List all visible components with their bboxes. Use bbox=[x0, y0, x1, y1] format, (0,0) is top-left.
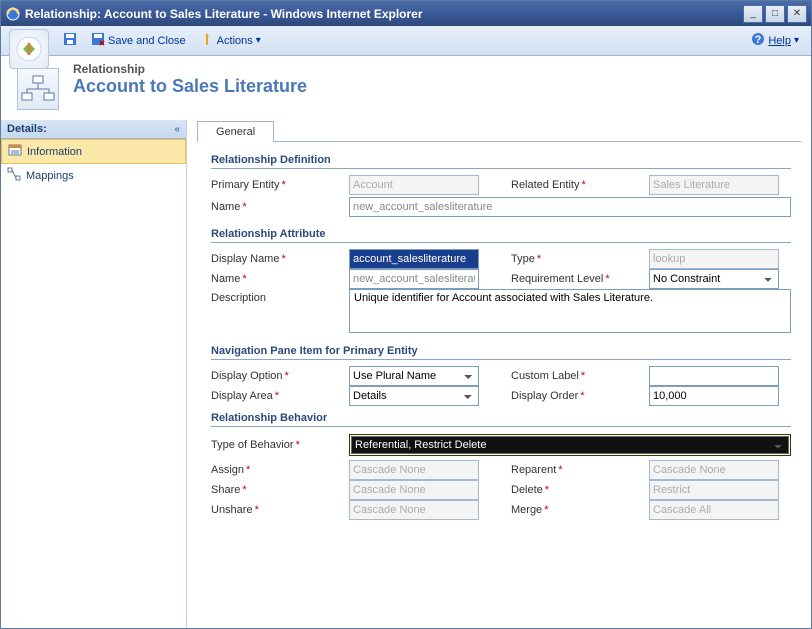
save-close-label: Save and Close bbox=[108, 35, 186, 47]
label-display-option: Display Option* bbox=[211, 370, 349, 382]
label-display-order: Display Order* bbox=[511, 390, 649, 402]
help-link[interactable]: ? Help ▾ bbox=[747, 30, 803, 51]
chevron-down-icon: ▾ bbox=[256, 35, 261, 46]
label-assign: Assign* bbox=[211, 464, 349, 476]
type-of-behavior-select[interactable]: Referential, Restrict Delete bbox=[351, 436, 789, 454]
window-title: Relationship: Account to Sales Literatur… bbox=[25, 7, 743, 21]
mappings-icon bbox=[7, 167, 21, 184]
actions-label: Actions bbox=[217, 35, 253, 47]
assign-select: Cascade None bbox=[349, 460, 479, 480]
sidebar-item-mappings[interactable]: Mappings bbox=[1, 164, 186, 187]
share-select: Cascade None bbox=[349, 480, 479, 500]
information-icon bbox=[8, 143, 22, 160]
app-logo bbox=[9, 29, 49, 69]
type-select: lookup bbox=[649, 249, 779, 269]
page-title: Account to Sales Literature bbox=[73, 76, 307, 97]
sidebar-item-information[interactable]: Information bbox=[1, 139, 186, 164]
label-description: Description bbox=[211, 289, 349, 304]
delete-select: Restrict bbox=[649, 480, 779, 500]
section-relationship-definition: Relationship Definition bbox=[211, 148, 791, 169]
label-name: Name* bbox=[211, 201, 349, 213]
sidebar: Details: « Information Mappings bbox=[1, 120, 187, 628]
section-relationship-attribute: Relationship Attribute bbox=[211, 222, 791, 243]
close-button[interactable]: ✕ bbox=[787, 5, 807, 23]
attr-name-input bbox=[349, 269, 479, 289]
actions-icon bbox=[200, 32, 214, 49]
content-area: General Relationship Definition Primary … bbox=[187, 120, 811, 628]
ie-icon bbox=[5, 6, 21, 22]
toolbar: Save and Close Actions ▾ ? Help ▾ bbox=[1, 26, 811, 56]
label-share: Share* bbox=[211, 484, 349, 496]
label-display-area: Display Area* bbox=[211, 390, 349, 402]
related-entity-select: Sales Literature bbox=[649, 175, 779, 195]
relationship-name-input bbox=[349, 197, 791, 217]
display-order-input[interactable] bbox=[649, 386, 779, 406]
sidebar-header[interactable]: Details: « bbox=[1, 120, 186, 139]
window-titlebar: Relationship: Account to Sales Literatur… bbox=[1, 1, 811, 26]
section-relationship-behavior: Relationship Behavior bbox=[211, 406, 791, 427]
merge-select: Cascade All bbox=[649, 500, 779, 520]
label-merge: Merge* bbox=[511, 504, 649, 516]
maximize-button[interactable]: □ bbox=[765, 5, 785, 23]
label-attr-name: Name* bbox=[211, 273, 349, 285]
actions-menu[interactable]: Actions ▾ bbox=[196, 30, 265, 51]
help-icon: ? bbox=[751, 32, 765, 49]
page-kind: Relationship bbox=[73, 62, 307, 76]
help-label: Help bbox=[768, 35, 791, 47]
label-delete: Delete* bbox=[511, 484, 649, 496]
custom-label-input bbox=[649, 366, 779, 386]
label-primary-entity: Primary Entity* bbox=[211, 179, 349, 191]
label-unshare: Unshare* bbox=[211, 504, 349, 516]
label-type-of-behavior: Type of Behavior* bbox=[211, 439, 349, 451]
save-and-close-button[interactable]: Save and Close bbox=[87, 30, 190, 51]
sidebar-item-label: Mappings bbox=[26, 170, 74, 182]
collapse-icon: « bbox=[174, 124, 180, 135]
primary-entity-select: Account bbox=[349, 175, 479, 195]
relationship-icon bbox=[17, 68, 59, 110]
save-icon bbox=[63, 32, 77, 49]
tab-general[interactable]: General bbox=[197, 121, 274, 142]
reparent-select: Cascade None bbox=[649, 460, 779, 480]
sidebar-item-label: Information bbox=[27, 146, 82, 158]
display-area-select[interactable]: Details bbox=[349, 386, 479, 406]
label-display-name: Display Name* bbox=[211, 253, 349, 265]
requirement-level-select[interactable]: No Constraint bbox=[649, 269, 779, 289]
label-requirement-level: Requirement Level* bbox=[511, 273, 649, 285]
display-option-select[interactable]: Use Plural Name bbox=[349, 366, 479, 386]
label-reparent: Reparent* bbox=[511, 464, 649, 476]
svg-text:?: ? bbox=[755, 34, 762, 46]
save-button[interactable] bbox=[59, 30, 81, 51]
label-custom-label: Custom Label* bbox=[511, 370, 649, 382]
tab-bar: General bbox=[197, 120, 801, 142]
label-related-entity: Related Entity* bbox=[511, 179, 649, 191]
minimize-button[interactable]: _ bbox=[743, 5, 763, 23]
section-navigation-pane: Navigation Pane Item for Primary Entity bbox=[211, 339, 791, 360]
unshare-select: Cascade None bbox=[349, 500, 479, 520]
display-name-input[interactable] bbox=[349, 249, 479, 269]
page-header: Relationship Account to Sales Literature bbox=[1, 56, 811, 120]
chevron-down-icon: ▾ bbox=[794, 35, 799, 46]
label-type: Type* bbox=[511, 253, 649, 265]
description-textarea[interactable]: Unique identifier for Account associated… bbox=[349, 289, 791, 333]
save-close-icon bbox=[91, 32, 105, 49]
sidebar-header-label: Details: bbox=[7, 123, 47, 135]
